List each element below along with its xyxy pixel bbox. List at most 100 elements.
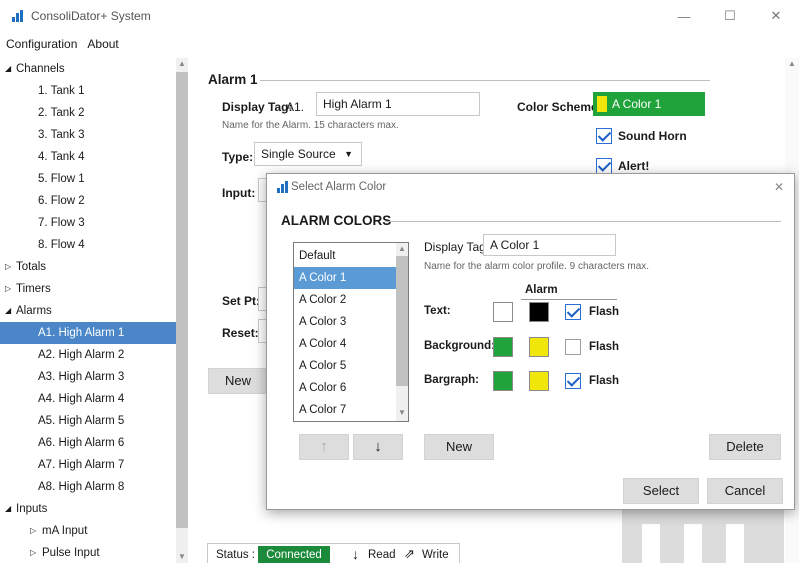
tree-item-label: A7. High Alarm 7 [38,459,125,471]
flash-checkbox[interactable] [565,304,581,320]
tree-item[interactable]: A3. High Alarm 3 [0,366,176,388]
minimize-button[interactable]: — [661,0,707,32]
expanded-caret-icon[interactable]: ◢ [5,58,11,80]
tree-item[interactable]: ◢ Alarms [0,300,176,322]
tree-item-label: A2. High Alarm 2 [38,349,125,361]
tree-item[interactable]: 3. Tank 3 [0,124,176,146]
tree-item[interactable]: ◢ Inputs [0,498,176,520]
list-scroll-thumb[interactable] [396,256,408,386]
tree-scroll-thumb[interactable] [176,72,188,528]
tree-item-label: 3. Tank 3 [38,129,85,141]
download-arrow-icon[interactable]: ↓ [352,546,359,562]
delete-color-button[interactable]: Delete [709,434,781,460]
tree-item[interactable]: A8. High Alarm 8 [0,476,176,498]
move-up-button[interactable]: ↑ [299,434,349,460]
color-scheme-swatch [597,96,607,112]
color-profile-item[interactable]: A Color 4 [294,333,396,355]
tree-item[interactable]: ▷ Totals [0,256,176,278]
tree-item[interactable]: ▷ mA Input [0,520,176,542]
color-profile-item[interactable]: Default [294,245,396,267]
alarm-color-swatch[interactable] [529,337,549,357]
tree-item[interactable]: ▷ Pulse Input [0,542,176,563]
dialog-close-button[interactable]: ✕ [774,180,784,194]
color-profile-item[interactable]: A Color 2 [294,289,396,311]
tree-item[interactable]: A7. High Alarm 7 [0,454,176,476]
tree-item[interactable]: 4. Tank 4 [0,146,176,168]
menu-configuration[interactable]: Configuration [6,37,77,51]
flash-checkbox[interactable] [565,373,581,389]
list-scroll-down-icon[interactable]: ▼ [396,407,408,419]
sound-horn-label: Sound Horn [618,129,687,143]
tree-item-label: Alarms [16,305,52,317]
alarm-color-swatch[interactable] [529,302,549,322]
tree-item[interactable]: 7. Flow 3 [0,212,176,234]
alarm-color-swatch[interactable] [529,371,549,391]
type-value: Single Source [261,147,336,161]
scroll-up-icon[interactable]: ▲ [176,58,188,70]
tree-item[interactable]: A6. High Alarm 6 [0,432,176,454]
scroll-down-icon[interactable]: ▼ [176,551,188,563]
collapsed-caret-icon[interactable]: ▷ [5,256,11,278]
color-profile-item[interactable]: A Color 6 [294,377,396,399]
collapsed-caret-icon[interactable]: ▷ [30,542,36,563]
normal-color-swatch[interactable] [493,337,513,357]
cancel-button[interactable]: Cancel [707,478,783,504]
reset-label: Reset: [222,326,259,340]
flash-label: Flash [589,375,620,387]
window-title: ConsoliDator+ System [31,9,151,23]
display-tag-input[interactable]: High Alarm 1 [316,92,480,116]
new-color-button[interactable]: New [424,434,494,460]
alarm-column-header: Alarm [525,284,558,296]
flash-label: Flash [589,341,620,353]
main-scroll-up-icon[interactable]: ▲ [786,58,798,70]
color-scheme-field[interactable]: A Color 1 [593,92,705,116]
share-out-icon[interactable]: ⇗ [404,546,415,562]
tree-item[interactable]: 2. Tank 2 [0,102,176,124]
read-button[interactable]: Read [368,549,396,561]
write-button[interactable]: Write [422,549,449,561]
color-profile-item[interactable]: A Color 1 [294,267,396,289]
select-alarm-color-dialog: Select Alarm Color ✕ ALARM COLORS ▲ ▼ De… [266,173,795,510]
tree-item-label: A5. High Alarm 5 [38,415,125,427]
new-alarm-button[interactable]: New [208,368,268,394]
tree-item[interactable]: A5. High Alarm 5 [0,410,176,432]
normal-color-swatch[interactable] [493,302,513,322]
tree-item[interactable]: A2. High Alarm 2 [0,344,176,366]
type-select[interactable]: Single Source ▼ [254,142,362,166]
move-down-button[interactable]: ↓ [353,434,403,460]
tree-item[interactable]: 1. Tank 1 [0,80,176,102]
tree-item-label: 7. Flow 3 [38,217,85,229]
close-button[interactable]: ✕ [753,0,799,32]
alert-checkbox[interactable] [596,158,612,174]
color-row-label: Bargraph: [424,374,479,386]
tree-item[interactable]: A1. High Alarm 1 [0,322,176,344]
normal-color-swatch[interactable] [493,371,513,391]
list-scrollbar[interactable]: ▲ ▼ [396,243,408,421]
dialog-display-tag-input[interactable]: A Color 1 [483,234,616,256]
tree-scrollbar[interactable]: ▲ ▼ [176,58,188,563]
expanded-caret-icon[interactable]: ◢ [5,300,11,322]
flash-label: Flash [589,306,620,318]
tree-item-label: A1. High Alarm 1 [38,327,125,339]
sound-horn-checkbox[interactable] [596,128,612,144]
collapsed-caret-icon[interactable]: ▷ [30,520,36,542]
color-profile-list[interactable]: ▲ ▼ Default A Color 1A Color 2A Color 3A … [293,242,409,422]
tree-item[interactable]: 6. Flow 2 [0,190,176,212]
tree-item[interactable]: 8. Flow 4 [0,234,176,256]
list-scroll-up-icon[interactable]: ▲ [396,243,408,255]
tree-item[interactable]: ▷ Timers [0,278,176,300]
collapsed-caret-icon[interactable]: ▷ [5,278,11,300]
tree-item[interactable]: 5. Flow 1 [0,168,176,190]
color-profile-item[interactable]: A Color 3 [294,311,396,333]
color-profile-item[interactable]: A Color 7 [294,399,396,421]
select-button[interactable]: Select [623,478,699,504]
menu-about[interactable]: About [87,37,118,51]
flash-checkbox[interactable] [565,339,581,355]
maximize-button[interactable]: ☐ [707,0,753,32]
dialog-title: Select Alarm Color [291,181,387,193]
tree-item[interactable]: A4. High Alarm 4 [0,388,176,410]
expanded-caret-icon[interactable]: ◢ [5,498,11,520]
tree-item[interactable]: ◢ Channels [0,58,176,80]
type-label: Type: [222,150,254,164]
color-profile-item[interactable]: A Color 5 [294,355,396,377]
